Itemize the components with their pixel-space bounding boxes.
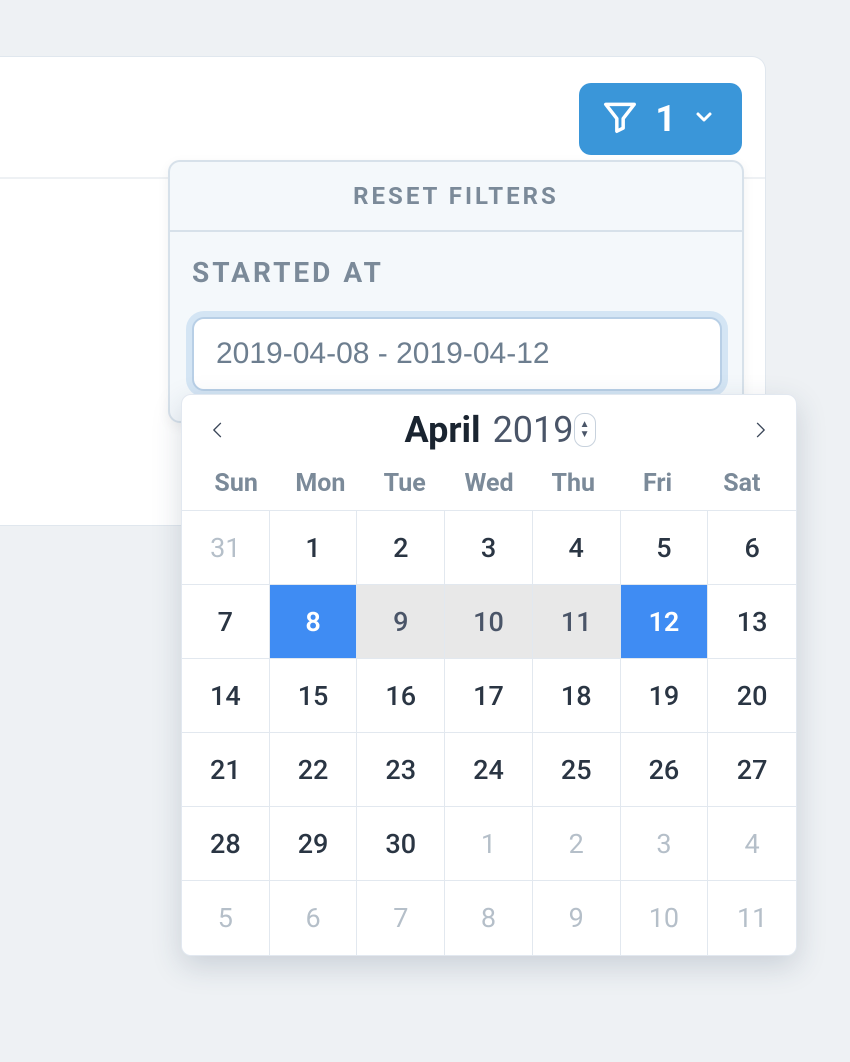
calendar-day[interactable]: 3 [621,807,709,881]
calendar-day[interactable]: 25 [533,733,621,807]
calendar-day[interactable]: 18 [533,659,621,733]
weekday-label: Mon [278,469,362,498]
calendar-day[interactable]: 5 [182,881,270,955]
calendar-day[interactable]: 17 [445,659,533,733]
calendar-day[interactable]: 12 [621,585,709,659]
weekday-label: Tue [363,469,447,498]
chevron-down-icon [692,105,716,133]
filter-button[interactable]: 1 [579,83,742,155]
calendar-day[interactable]: 8 [445,881,533,955]
calendar-day[interactable]: 7 [357,881,445,955]
calendar-day[interactable]: 2 [533,807,621,881]
calendar-day[interactable]: 13 [708,585,796,659]
calendar-title: April 2019 ▲ ▼ [404,409,573,451]
calendar-day[interactable]: 20 [708,659,796,733]
date-range-input[interactable] [192,317,722,391]
calendar-day[interactable]: 2 [357,511,445,585]
calendar-day[interactable]: 15 [270,659,358,733]
calendar-grid: 3112345678910111213141516171819202122232… [182,510,796,955]
calendar-day[interactable]: 28 [182,807,270,881]
calendar-day[interactable]: 16 [357,659,445,733]
weekday-label: Sat [700,469,784,498]
calendar-day[interactable]: 24 [445,733,533,807]
weekday-label: Thu [531,469,615,498]
calendar-day[interactable]: 1 [270,511,358,585]
calendar-day[interactable]: 27 [708,733,796,807]
calendar-day[interactable]: 9 [357,585,445,659]
calendar-day[interactable]: 5 [621,511,709,585]
calendar-day[interactable]: 10 [445,585,533,659]
calendar-day[interactable]: 11 [533,585,621,659]
calendar-day[interactable]: 26 [621,733,709,807]
calendar-day[interactable]: 30 [357,807,445,881]
filter-label: STARTED AT [192,256,722,289]
calendar-day[interactable]: 7 [182,585,270,659]
calendar-day[interactable]: 29 [270,807,358,881]
calendar-day[interactable]: 14 [182,659,270,733]
date-picker: April 2019 ▲ ▼ Sun Mon Tue Wed Thu Fri S… [181,394,797,956]
weekday-label: Fri [615,469,699,498]
calendar-day[interactable]: 23 [357,733,445,807]
calendar-weekday-row: Sun Mon Tue Wed Thu Fri Sat [182,461,796,510]
filter-popover: RESET FILTERS STARTED AT [168,160,744,423]
calendar-day[interactable]: 3 [445,511,533,585]
next-month-button[interactable] [746,416,774,444]
calendar-day[interactable]: 4 [708,807,796,881]
weekday-label: Sun [194,469,278,498]
calendar-day[interactable]: 22 [270,733,358,807]
calendar-year[interactable]: 2019 [493,409,574,451]
year-down-icon[interactable]: ▼ [580,430,590,440]
year-spinner[interactable]: ▲ ▼ [574,413,596,447]
calendar-day[interactable]: 19 [621,659,709,733]
filter-count: 1 [655,98,676,140]
calendar-day[interactable]: 8 [270,585,358,659]
calendar-day[interactable]: 10 [621,881,709,955]
reset-filters-button[interactable]: RESET FILTERS [170,162,742,232]
filter-icon [601,98,639,140]
calendar-day[interactable]: 6 [708,511,796,585]
filter-section-started-at: STARTED AT [170,232,742,421]
calendar-day[interactable]: 21 [182,733,270,807]
calendar-month[interactable]: April [404,409,480,451]
calendar-day[interactable]: 11 [708,881,796,955]
calendar-day[interactable]: 6 [270,881,358,955]
calendar-day[interactable]: 1 [445,807,533,881]
calendar-day[interactable]: 4 [533,511,621,585]
calendar-header: April 2019 ▲ ▼ [182,409,796,461]
prev-month-button[interactable] [204,416,232,444]
calendar-day[interactable]: 9 [533,881,621,955]
weekday-label: Wed [447,469,531,498]
calendar-day[interactable]: 31 [182,511,270,585]
